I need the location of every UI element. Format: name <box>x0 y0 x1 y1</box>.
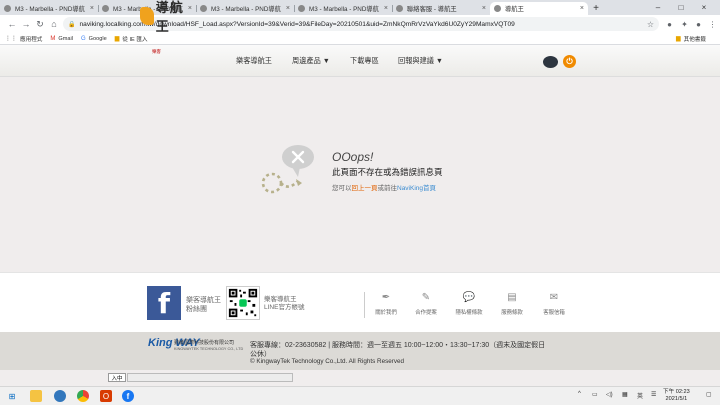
facebook-icon[interactable]: f <box>147 286 181 320</box>
chrome-icon[interactable] <box>77 390 89 402</box>
minimize-icon[interactable]: – <box>651 0 665 15</box>
puzzle-icon[interactable]: ✦ <box>678 15 691 33</box>
user-avatar-icon[interactable] <box>543 56 558 68</box>
kingway-logo: King WAY 勤崴國際科技股份有限公司 KINGWAYTEK TECHNOL… <box>148 337 244 351</box>
close-tab-icon[interactable]: × <box>482 5 486 12</box>
close-tab-icon[interactable]: × <box>90 5 94 12</box>
network-icon[interactable]: ▭ <box>592 391 598 398</box>
maximize-icon[interactable]: □ <box>674 0 688 15</box>
home-icon[interactable]: ⌂ <box>47 17 61 31</box>
forward-icon[interactable]: → <box>19 17 33 31</box>
ime-mode-icon[interactable]: ▦ <box>622 391 628 398</box>
ime-bar <box>127 373 293 382</box>
close-tab-icon[interactable]: × <box>286 5 290 12</box>
error-illustration <box>261 145 314 194</box>
windows-taskbar: ⊞ O f ^ ▭ ◁) ▦ 英 ☰ 下午 02:23 2021/5/1 ▢ <box>0 386 720 405</box>
bookmark-gmail[interactable]: M Gmail <box>50 36 73 42</box>
other-bookmarks[interactable]: ▆ 其他書籤 <box>676 35 706 43</box>
tab-favicon-icon <box>4 5 11 12</box>
apps-icon: ⋮⋮ <box>5 36 17 42</box>
tray-icon[interactable]: ☰ <box>651 391 656 398</box>
browser-tab-strip: M3 - Marbella - PND導航× M3 - Marbella - P… <box>0 0 720 15</box>
taskbar-clock[interactable]: 下午 02:23 2021/5/1 <box>663 389 690 403</box>
volume-icon[interactable]: ◁) <box>606 391 613 398</box>
tab-favicon-icon <box>102 5 109 12</box>
nav-item-products[interactable]: 周邊產品 ▼ <box>292 56 330 66</box>
back-icon[interactable]: ← <box>5 17 19 31</box>
reload-icon[interactable]: ↻ <box>33 17 47 31</box>
notification-icon[interactable]: ▢ <box>706 391 712 398</box>
ime-indicator[interactable]: 入中 <box>108 373 126 382</box>
footer-link-privacy[interactable]: 💬 隱私權條款 <box>453 292 485 316</box>
pen-icon: ✒ <box>381 292 391 303</box>
footer-link-terms[interactable]: ▤ 服務條款 <box>496 292 528 316</box>
folder-icon: ▆ <box>675 36 681 42</box>
error-hint: 您可以回上一頁或前往NaviKing首頁 <box>332 185 437 192</box>
dotted-ring-shape <box>261 172 283 194</box>
mail-icon: ✉ <box>549 292 559 303</box>
tab-favicon-icon <box>200 5 207 12</box>
new-tab-icon[interactable]: + <box>588 2 604 15</box>
logo-mark-icon <box>140 7 154 25</box>
browser-tab-active[interactable]: 導航王 × <box>490 2 588 15</box>
close-tab-icon[interactable]: × <box>580 5 584 12</box>
browser-tab[interactable]: 聯絡客服 - 導航王 × <box>392 2 490 15</box>
naviking-home-link[interactable]: NaviKing首頁 <box>397 185 436 192</box>
chat-icon: 💬 <box>462 292 476 303</box>
line-label[interactable]: 樂客導航王 LINE官方帳號 <box>264 296 304 312</box>
lock-icon: 🔒 <box>68 21 76 28</box>
go-back-link[interactable]: 回上一頁 <box>352 185 378 192</box>
dotted-path-shape <box>280 180 299 188</box>
folder-icon: ▆ <box>114 36 120 42</box>
error-title: 此頁面不存在或為錯誤訊息頁 <box>332 167 443 177</box>
browser-tab[interactable]: M3 - Marbella - PND導航× <box>0 2 98 15</box>
bookmark-apps[interactable]: ⋮⋮ 應用程式 <box>5 35 42 43</box>
nav-item-feedback[interactable]: 回報與建議 ▼ <box>398 56 443 66</box>
footer-link-cooperation[interactable]: ✎ 合作提案 <box>410 292 442 316</box>
google-icon: G <box>81 35 86 42</box>
logo-tag: 樂客 <box>152 49 161 54</box>
facebook-label[interactable]: 樂客導航王 粉絲團 <box>186 296 221 314</box>
facebook-app-icon[interactable]: f <box>122 390 134 402</box>
file-explorer-icon[interactable] <box>30 390 42 402</box>
language-indicator[interactable]: 英 <box>637 391 643 400</box>
copyright: © KingwayTek Technology Co.,Ltd. All Rig… <box>250 358 404 365</box>
tab-favicon-icon <box>298 5 305 12</box>
line-qr-code-icon[interactable] <box>226 286 260 320</box>
close-tab-icon[interactable]: × <box>384 5 388 12</box>
footer-link-about[interactable]: ✒ 關於我們 <box>370 292 402 316</box>
footer-divider <box>364 292 365 318</box>
browser-tab[interactable]: M3 - Marbella - PND導航× <box>196 2 294 15</box>
tray-arrow-icon[interactable]: ^ <box>578 391 581 397</box>
nav-item-naviking[interactable]: 樂客導航王 <box>236 56 272 66</box>
browser-tab[interactable]: M3 - Marbella - PND導航× <box>294 2 392 15</box>
bookmarks-bar: ⋮⋮ 應用程式 M Gmail G Google ▆ 從 IE 匯入 ▆ 其他書籤 <box>0 33 720 45</box>
footer-link-mail[interactable]: ✉ 客服信箱 <box>538 292 570 316</box>
menu-icon[interactable]: ⋮ <box>706 15 719 33</box>
bookmark-star-icon[interactable]: ☆ <box>647 20 654 29</box>
oops-heading: OOops! <box>332 150 374 164</box>
bookmark-ie-import[interactable]: ▆ 從 IE 匯入 <box>115 35 148 43</box>
gmail-icon: M <box>50 35 56 42</box>
close-window-icon[interactable]: × <box>697 0 711 15</box>
bookmark-google[interactable]: G Google <box>81 36 107 42</box>
naviking-logo[interactable]: 導航王 <box>140 0 197 34</box>
office-icon[interactable]: O <box>100 390 112 402</box>
edge-icon[interactable] <box>54 390 66 402</box>
windows-start-icon[interactable]: ⊞ <box>6 390 18 402</box>
nav-item-download[interactable]: 下載專區 <box>350 56 379 66</box>
tab-favicon-icon <box>494 5 501 12</box>
service-hotline: 客服專線：02-23630582 | 服務時間：週一至週五 10:00~12:0… <box>250 342 546 349</box>
document-icon: ▤ <box>507 292 517 303</box>
profile-icon[interactable]: ● <box>692 15 705 33</box>
speech-bubble-tail <box>292 167 300 177</box>
tab-favicon-icon <box>396 5 403 12</box>
pencil-icon: ✎ <box>421 292 431 303</box>
power-icon[interactable]: ⏻ <box>563 55 576 68</box>
footer-social <box>0 272 720 332</box>
extension-icon[interactable]: ● <box>663 15 676 33</box>
